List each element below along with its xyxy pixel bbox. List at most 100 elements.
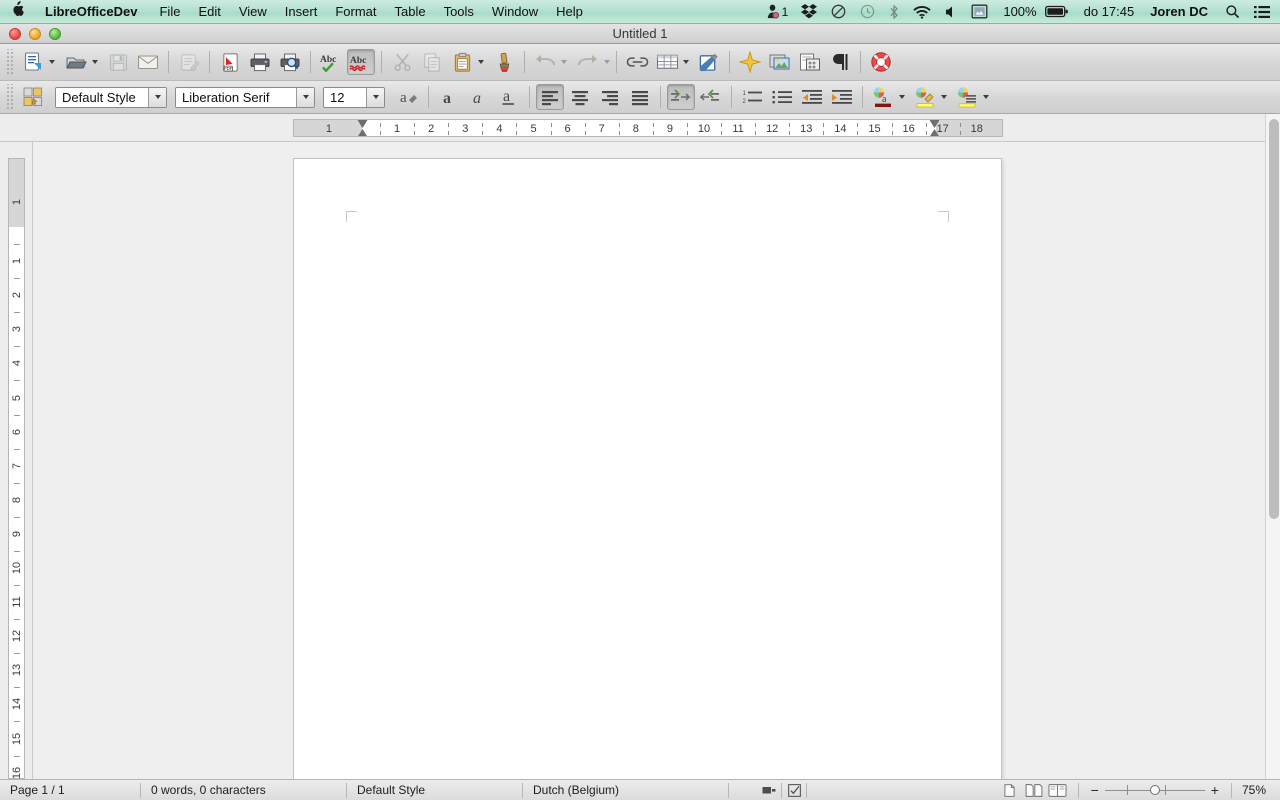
autospellcheck-icon[interactable]: Abc [347, 49, 375, 75]
vertical-ruler[interactable]: 112345678910111213141516 [0, 142, 33, 779]
list-icon[interactable] [1247, 0, 1280, 24]
bullet-list-icon[interactable] [768, 84, 796, 110]
menu-edit[interactable]: Edit [189, 0, 229, 24]
print-preview-icon[interactable] [276, 49, 304, 75]
search-icon[interactable] [1218, 0, 1247, 24]
draw-pen-icon[interactable] [695, 49, 723, 75]
new-doc-dropdown-arrow[interactable] [49, 60, 55, 64]
notifier-icon[interactable] [758, 0, 782, 24]
image-icon[interactable] [766, 49, 794, 75]
increase-spacing-icon[interactable] [667, 84, 695, 110]
menu-tools[interactable]: Tools [435, 0, 483, 24]
undo-dropdown-arrow[interactable] [561, 60, 567, 64]
zoom-slider[interactable]: − + [1079, 780, 1231, 801]
zoom-slider-track[interactable] [1105, 784, 1205, 796]
formatting-toolbar-grip[interactable] [5, 84, 15, 110]
indent-marker-right[interactable] [930, 120, 941, 137]
indent-marker-left[interactable] [358, 120, 369, 137]
font-color-group[interactable]: a [868, 84, 905, 110]
multi-page-view-icon[interactable] [1022, 780, 1046, 801]
redo-group[interactable] [573, 49, 610, 75]
align-center-icon[interactable] [566, 84, 594, 110]
edit-pencil-icon[interactable] [175, 49, 203, 75]
numbered-list-icon[interactable]: 1 2 [738, 84, 766, 110]
align-justify-icon[interactable] [626, 84, 654, 110]
undo-group[interactable] [530, 49, 567, 75]
pilcrow-icon[interactable] [826, 49, 854, 75]
undo-arrow-icon[interactable] [531, 49, 559, 75]
decrease-indent-icon[interactable] [798, 84, 826, 110]
open-doc-dropdown-arrow[interactable] [92, 60, 98, 64]
lifebuoy-icon[interactable] [867, 49, 895, 75]
menu-file[interactable]: File [150, 0, 189, 24]
font-size-dropdown-arrow[interactable] [366, 88, 384, 107]
zoom-level-label[interactable]: 75% [1232, 780, 1280, 801]
document-modified-icon[interactable] [782, 780, 806, 801]
align-right-icon[interactable] [596, 84, 624, 110]
menu-app-name[interactable]: LibreOfficeDev [36, 0, 150, 24]
paragraph-background-icon[interactable] [953, 84, 981, 110]
highlighting-dropdown-arrow[interactable] [941, 95, 947, 99]
paragraph-style-value[interactable]: Default Style [56, 88, 148, 107]
book-view-icon[interactable] [1046, 780, 1070, 801]
paragraph-style-icon[interactable] [19, 84, 47, 110]
highlighting-icon[interactable] [911, 84, 939, 110]
font-name-dropdown-arrow[interactable] [296, 88, 314, 107]
paragraph-style-combobox[interactable]: Default Style [55, 87, 167, 108]
bluetooth-icon[interactable] [882, 0, 906, 24]
selection-mode-icon[interactable] [757, 780, 781, 801]
scissors-icon[interactable] [388, 49, 416, 75]
document-canvas[interactable] [33, 142, 1265, 779]
paragraph-background-dropdown-arrow[interactable] [983, 95, 989, 99]
menu-window[interactable]: Window [483, 0, 547, 24]
zoom-out-button[interactable]: − [1085, 783, 1105, 797]
clock-icon[interactable] [853, 0, 882, 24]
status-word-count[interactable]: 0 words, 0 characters [141, 780, 346, 801]
zoom-slider-knob[interactable] [1150, 785, 1160, 795]
font-color-icon[interactable]: a [869, 84, 897, 110]
vertical-scrollbar-thumb[interactable] [1269, 119, 1279, 519]
font-size-value[interactable]: 12 [324, 88, 366, 107]
italic-icon[interactable]: a [465, 84, 493, 110]
open-folder-icon[interactable] [62, 49, 90, 75]
document-text[interactable] [357, 222, 938, 734]
insert-table-group[interactable] [652, 49, 689, 75]
do-not-disturb-icon[interactable] [824, 0, 853, 24]
single-page-view-icon[interactable] [998, 780, 1022, 801]
volume-icon[interactable] [938, 0, 964, 24]
pdf-icon[interactable]: PDF [216, 49, 244, 75]
vertical-scrollbar[interactable] [1265, 114, 1280, 779]
menu-format[interactable]: Format [326, 0, 385, 24]
dropbox-icon[interactable] [794, 0, 824, 24]
wifi-icon[interactable] [906, 0, 938, 24]
new-document-group[interactable] [18, 49, 55, 75]
underline-icon[interactable]: a [495, 84, 523, 110]
decrease-spacing-icon[interactable] [697, 84, 725, 110]
toolbar-grip[interactable] [5, 49, 15, 75]
paragraph-background-group[interactable] [952, 84, 989, 110]
font-name-combobox[interactable]: Liberation Serif [175, 87, 315, 108]
new-doc-icon[interactable] [19, 49, 47, 75]
envelope-icon[interactable] [134, 49, 162, 75]
table-grid-icon[interactable] [653, 49, 681, 75]
apple-logo-icon[interactable] [0, 1, 36, 20]
bold-icon[interactable]: a [435, 84, 463, 110]
status-language[interactable]: Dutch (Belgium) [523, 780, 728, 801]
menu-table[interactable]: Table [385, 0, 434, 24]
battery-icon[interactable] [1045, 0, 1076, 24]
save-floppy-icon[interactable] [104, 49, 132, 75]
menu-help[interactable]: Help [547, 0, 592, 24]
printer-icon[interactable] [246, 49, 274, 75]
increase-indent-icon[interactable] [828, 84, 856, 110]
character-format-icon[interactable]: a [394, 84, 422, 110]
paste-group[interactable] [447, 49, 484, 75]
clipboard-icon[interactable] [448, 49, 476, 75]
insert-table-dropdown-arrow[interactable] [683, 60, 689, 64]
menu-view[interactable]: View [230, 0, 276, 24]
copy-icon[interactable] [418, 49, 446, 75]
document-page[interactable] [293, 158, 1002, 779]
font-size-combobox[interactable]: 12 [323, 87, 385, 108]
font-name-value[interactable]: Liberation Serif [176, 88, 296, 107]
status-page-number[interactable]: Page 1 / 1 [0, 780, 140, 801]
align-left-icon[interactable] [536, 84, 564, 110]
